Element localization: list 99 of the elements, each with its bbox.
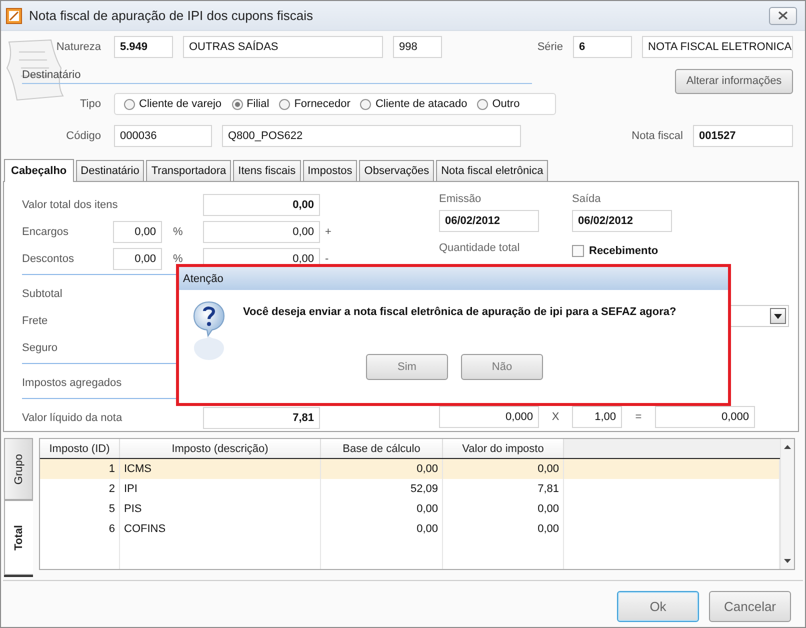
serie-field[interactable]: 6	[573, 36, 632, 58]
scroll-down-icon	[784, 559, 791, 563]
factor-field[interactable]: 1,00	[572, 406, 622, 428]
destinatario-name-field[interactable]: Q800_POS622	[222, 124, 521, 146]
nota-fiscal-label: Nota fiscal	[632, 130, 683, 142]
table-cell: 7,81	[443, 479, 564, 499]
table-cell: ICMS	[120, 459, 321, 479]
serie-label: Série	[537, 41, 563, 53]
app-icon	[6, 8, 22, 24]
natureza-code-field[interactable]: 5.949	[114, 36, 173, 58]
total-label: Subtotal	[22, 288, 64, 300]
column-header[interactable]: Imposto (ID)	[40, 439, 120, 458]
dialog-button[interactable]: Não	[461, 354, 543, 380]
table-cell: COFINS	[120, 519, 321, 539]
recebimento-checkbox[interactable]: Recebimento	[572, 245, 672, 257]
radio-button[interactable]	[124, 98, 135, 110]
natureza-number-field[interactable]: 998	[393, 36, 442, 58]
side-tab[interactable]: Total	[4, 500, 33, 575]
checkbox[interactable]	[572, 245, 584, 257]
table-cell: 0,00	[443, 519, 564, 539]
dialog-button[interactable]: Sim	[366, 354, 448, 380]
close-icon	[778, 11, 788, 20]
saida-date-field[interactable]: 06/02/2012	[572, 210, 672, 232]
radio-button[interactable]	[360, 98, 372, 110]
table-cell: 0,00	[321, 459, 443, 479]
table-cell: 0,00	[321, 499, 443, 519]
window-title: Nota fiscal de apuração de IPI dos cupons fiscais	[29, 8, 313, 23]
table-cell: 2	[40, 479, 120, 499]
total-label: Valor total dos itens	[22, 198, 119, 210]
table-cell: PIS	[120, 499, 321, 519]
section-title: Destinatário	[22, 68, 532, 84]
tab[interactable]: Impostos	[302, 160, 358, 181]
column-header[interactable]: Base de cálculo	[321, 439, 443, 458]
total-field[interactable]: 0,00	[203, 194, 320, 216]
radio-option[interactable]: Cliente de atacado	[360, 98, 468, 110]
operator-sign: X	[550, 411, 560, 423]
table-cell: 6	[40, 519, 120, 539]
table-cell: 1	[40, 459, 120, 479]
dialog-button[interactable]: Cancelar	[709, 591, 791, 622]
total-field[interactable]: 7,81	[203, 406, 320, 428]
codigo-label: Código	[65, 130, 101, 142]
operator-sign: +	[325, 226, 332, 238]
total-label: Frete	[22, 314, 49, 326]
table-cell: 0,00	[443, 459, 564, 479]
operator-sign: =	[634, 411, 643, 423]
radio-button[interactable]	[232, 98, 243, 110]
tab[interactable]: Transportadora	[146, 160, 232, 181]
total-label: Seguro	[22, 342, 58, 354]
emissao-label: Emissão	[439, 193, 482, 207]
codigo-field[interactable]: 000036	[114, 124, 212, 146]
total-label: Valor líquido da nota	[22, 412, 124, 424]
total-label: Impostos agregados	[22, 376, 123, 388]
radio-button[interactable]	[477, 98, 488, 110]
dialog-message: Você deseja enviar a nota fiscal eletrônica de apuração de ipi para a SEFAZ agora?	[243, 306, 676, 318]
table-row[interactable]: 1 ICMS 0,00 0,00	[40, 459, 780, 479]
dialog-title: Atenção	[183, 272, 224, 284]
percent-sign: %	[172, 252, 184, 264]
natureza-label: Natureza	[55, 41, 101, 53]
radio-option[interactable]: Filial	[232, 98, 270, 110]
operator-sign: -	[325, 252, 329, 264]
quantity-label: Quantidade total	[439, 242, 521, 256]
side-tab[interactable]: Grupo	[4, 438, 33, 500]
table-cell: IPI	[120, 479, 321, 499]
question-icon	[192, 300, 226, 362]
dropdown-button[interactable]	[770, 308, 786, 324]
tab[interactable]: Nota fiscal eletrônica	[436, 160, 548, 181]
percent-sign: %	[172, 226, 184, 238]
close-button[interactable]	[769, 6, 797, 24]
natureza-description-field[interactable]: OUTRAS SAÍDAS	[183, 36, 383, 58]
serie-description-field[interactable]: NOTA FISCAL ELETRONICA	[642, 36, 793, 58]
dialog-button[interactable]: Ok	[617, 591, 699, 622]
amount-field[interactable]: 0,00	[203, 220, 320, 242]
saida-label: Saída	[572, 193, 602, 207]
tipo-label: Tipo	[79, 98, 101, 110]
scrollbar[interactable]	[780, 439, 794, 569]
emissao-date-field[interactable]: 06/02/2012	[439, 210, 539, 232]
column-header[interactable]: Imposto (descrição)	[120, 439, 321, 458]
percent-field[interactable]: 0,00	[113, 220, 162, 242]
radio-option[interactable]: Cliente de varejo	[124, 98, 222, 110]
radio-button[interactable]	[279, 98, 290, 110]
tab[interactable]: Itens fiscais	[233, 160, 301, 181]
table-cell: 0,00	[443, 499, 564, 519]
scroll-up-icon	[784, 445, 791, 449]
table-cell: 0,00	[321, 519, 443, 539]
total-label: Descontos	[22, 252, 75, 264]
quantity-field[interactable]: 0,000	[439, 406, 539, 428]
tab[interactable]: Cabeçalho	[4, 159, 74, 182]
caret-icon	[774, 314, 782, 318]
radio-option[interactable]: Outro	[477, 98, 520, 110]
tab[interactable]: Observações	[359, 160, 434, 181]
total-label: Encargos	[22, 226, 70, 238]
table-cell: 5	[40, 499, 120, 519]
alter-info-button[interactable]: Alterar informações	[675, 68, 793, 94]
result-field[interactable]: 0,000	[655, 406, 755, 428]
radio-option[interactable]: Fornecedor	[279, 98, 350, 110]
percent-field[interactable]: 0,00	[113, 248, 162, 270]
nota-fiscal-field[interactable]: 001527	[693, 124, 793, 146]
tab[interactable]: Destinatário	[76, 160, 144, 181]
table-cell: 52,09	[321, 479, 443, 499]
